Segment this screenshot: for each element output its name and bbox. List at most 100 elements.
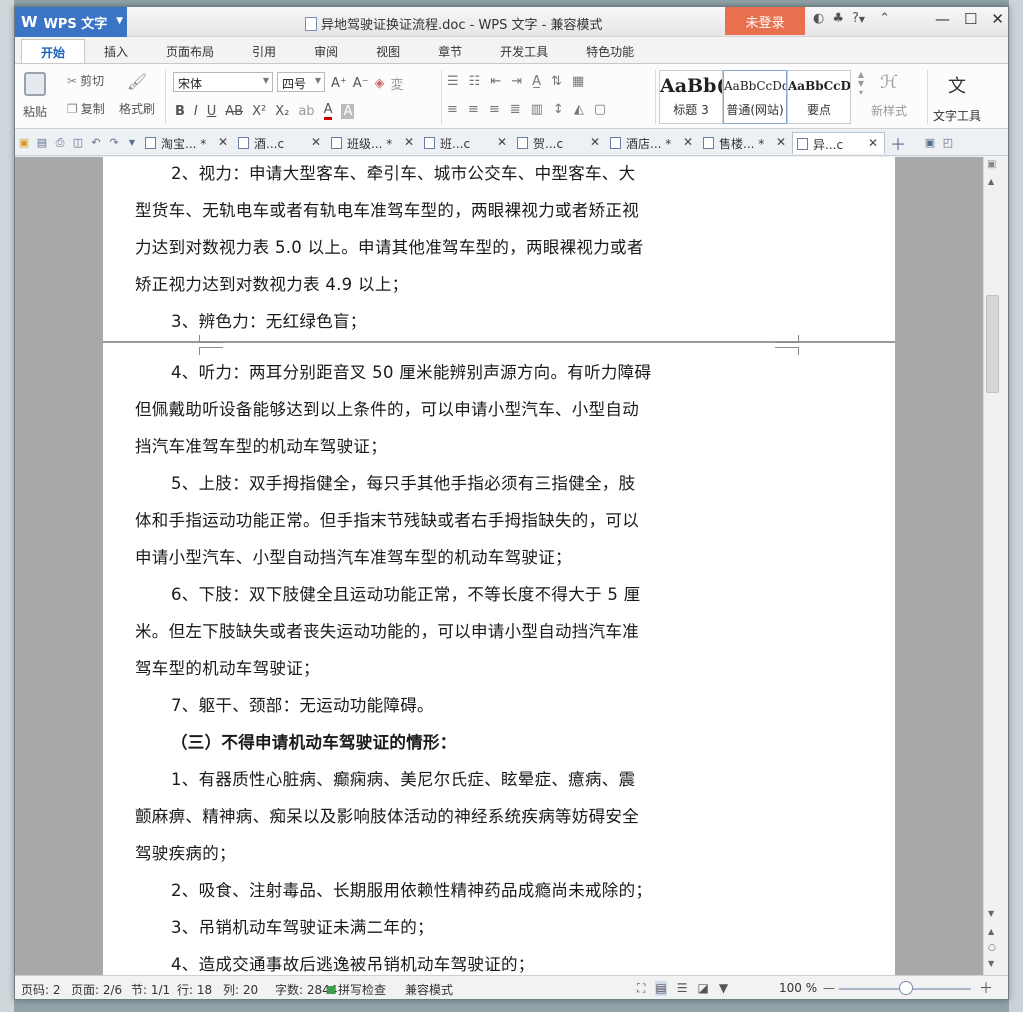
- superscript-icon[interactable]: X²: [252, 104, 266, 119]
- minimize-icon[interactable]: —: [935, 10, 950, 28]
- close-icon[interactable]: ✕: [991, 10, 1004, 28]
- decrease-indent-icon[interactable]: ⇤: [490, 74, 501, 89]
- status-page-code[interactable]: 页码: 2: [21, 981, 61, 998]
- zoom-out-icon[interactable]: —: [823, 981, 835, 995]
- doc-tab[interactable]: 班级... * ✕: [327, 132, 420, 154]
- collapse-ribbon-icon[interactable]: ⌃: [879, 11, 890, 26]
- close-icon[interactable]: ✕: [590, 135, 600, 149]
- split-view-icon[interactable]: ▣: [987, 159, 996, 170]
- outline-view-icon[interactable]: ☰: [677, 981, 688, 996]
- status-pages[interactable]: 页面: 2/6: [71, 981, 122, 998]
- close-icon[interactable]: ✕: [218, 135, 228, 149]
- shading-icon[interactable]: ◭: [574, 102, 584, 117]
- undo-icon[interactable]: ↶: [87, 134, 105, 152]
- align-right-icon[interactable]: ≡: [489, 102, 500, 117]
- close-icon[interactable]: ✕: [683, 135, 693, 149]
- scrollbar-thumb[interactable]: [986, 295, 999, 393]
- tab-view[interactable]: 视图: [357, 39, 419, 63]
- chinese-layout-icon[interactable]: A̲: [532, 74, 541, 89]
- doc-tab-active[interactable]: 异...c ✕: [792, 131, 885, 154]
- prev-page-icon[interactable]: ▲: [988, 927, 994, 936]
- doc-tab[interactable]: 班...c ✕: [420, 132, 513, 154]
- style-normal-web[interactable]: AaBbCcDd 普通(网站): [723, 70, 787, 124]
- underline-icon[interactable]: U: [207, 104, 217, 119]
- align-left-icon[interactable]: ≡: [447, 102, 458, 117]
- full-screen-icon[interactable]: ⛶: [637, 981, 645, 996]
- document-canvas[interactable]: 2、视力：申请大型客车、牵引车、城市公交车、中型客车、大 型货车、无轨电车或者有轨…: [15, 157, 983, 975]
- font-size-select[interactable]: 四号 ▼: [277, 72, 325, 92]
- doc-tab[interactable]: 贺...c ✕: [513, 132, 606, 154]
- save-icon[interactable]: ▤: [33, 134, 51, 152]
- status-section[interactable]: 节: 1/1: [131, 981, 170, 998]
- tab-review[interactable]: 审阅: [295, 39, 357, 63]
- style-scroll[interactable]: ▲ ▼ ▾: [855, 70, 867, 97]
- font-name-select[interactable]: 宋体 ▼: [173, 72, 273, 92]
- shirt-icon[interactable]: ♣: [832, 11, 844, 26]
- zoom-slider-knob[interactable]: [899, 981, 913, 995]
- page-view-icon[interactable]: ▤: [655, 981, 667, 996]
- grow-font-icon[interactable]: A⁺: [331, 76, 347, 91]
- doc-tab[interactable]: 酒店... * ✕: [606, 132, 699, 154]
- close-icon[interactable]: ✕: [404, 135, 414, 149]
- paste-button[interactable]: 粘贴: [23, 72, 47, 120]
- numbering-icon[interactable]: ☷: [469, 74, 481, 89]
- borders-icon[interactable]: ▢: [594, 102, 606, 117]
- align-center-icon[interactable]: ≡: [468, 102, 479, 117]
- open-icon[interactable]: ▣: [15, 134, 33, 152]
- table-icon[interactable]: ▦: [572, 74, 584, 89]
- bullets-icon[interactable]: ☰: [447, 74, 459, 89]
- sort-icon[interactable]: ⇅: [551, 74, 562, 89]
- skin-icon[interactable]: ◐: [813, 11, 824, 26]
- maximize-icon[interactable]: ☐: [964, 10, 977, 28]
- style-key-point[interactable]: AaBbCcD 要点: [787, 70, 851, 124]
- app-menu-button[interactable]: W WPS 文字 ▼: [15, 7, 127, 37]
- text-tools-button[interactable]: 文 文字工具: [933, 72, 981, 124]
- close-icon[interactable]: ✕: [311, 135, 321, 149]
- tab-page-layout[interactable]: 页面布局: [147, 39, 233, 63]
- print-preview-icon[interactable]: ◫: [69, 134, 87, 152]
- scroll-down-icon[interactable]: ▼: [988, 909, 994, 918]
- doc-tab[interactable]: 酒...c ✕: [234, 132, 327, 154]
- close-icon[interactable]: ✕: [497, 135, 507, 149]
- tab-features[interactable]: 特色功能: [567, 39, 653, 63]
- highlight-icon[interactable]: ab: [298, 104, 314, 119]
- tab-references[interactable]: 引用: [233, 39, 295, 63]
- cut-button[interactable]: ✂ 剪切: [67, 72, 104, 89]
- browse-object-icon[interactable]: ○: [988, 943, 996, 953]
- strikethrough-icon[interactable]: AB: [225, 104, 243, 119]
- tab-menu-icon[interactable]: ◰: [939, 134, 957, 152]
- tab-home[interactable]: 开始: [21, 39, 86, 63]
- doc-tab[interactable]: 售楼... * ✕: [699, 132, 792, 154]
- zoom-in-icon[interactable]: ＋: [979, 978, 993, 998]
- shrink-font-icon[interactable]: A⁻: [353, 76, 369, 91]
- increase-indent-icon[interactable]: ⇥: [511, 74, 522, 89]
- distribute-icon[interactable]: ▥: [531, 102, 543, 117]
- format-painter-button[interactable]: 🖌 格式刷: [119, 72, 155, 117]
- new-tab-icon[interactable]: ＋: [889, 134, 907, 154]
- justify-icon[interactable]: ≣: [510, 102, 521, 117]
- char-shading-icon[interactable]: A: [341, 103, 355, 119]
- scroll-up-icon[interactable]: ▲: [988, 177, 994, 186]
- tab-developer[interactable]: 开发工具: [481, 39, 567, 63]
- tab-insert[interactable]: 插入: [85, 39, 147, 63]
- close-icon[interactable]: ✕: [868, 136, 878, 150]
- doc-tab[interactable]: 淘宝... * ✕: [141, 132, 234, 154]
- quick-access-menu-icon[interactable]: ▼: [123, 134, 141, 152]
- copy-button[interactable]: ❐ 复制: [67, 100, 105, 117]
- phonetic-icon[interactable]: 変: [391, 74, 404, 93]
- zoom-level[interactable]: 100 %: [779, 981, 817, 995]
- next-page-icon[interactable]: ▼: [988, 959, 994, 968]
- bold-icon[interactable]: B: [175, 104, 185, 119]
- spell-check-toggle[interactable]: 拼写检查: [327, 981, 386, 998]
- new-style-button[interactable]: ℋ 新样式: [871, 72, 907, 119]
- reading-view-icon[interactable]: ▼: [719, 981, 728, 996]
- style-heading3[interactable]: AaBb( 标题 3: [659, 70, 723, 124]
- web-view-icon[interactable]: ◪: [698, 981, 709, 996]
- close-icon[interactable]: ✕: [776, 135, 786, 149]
- tab-chapter[interactable]: 章节: [419, 39, 481, 63]
- tab-list-icon[interactable]: ▣: [921, 134, 939, 152]
- redo-icon[interactable]: ↷: [105, 134, 123, 152]
- help-button[interactable]: ?▼: [852, 11, 865, 26]
- vertical-scrollbar[interactable]: ▣ ▲ ▼ ▲ ○ ▼: [983, 157, 1001, 975]
- print-icon[interactable]: ⎙: [51, 134, 69, 152]
